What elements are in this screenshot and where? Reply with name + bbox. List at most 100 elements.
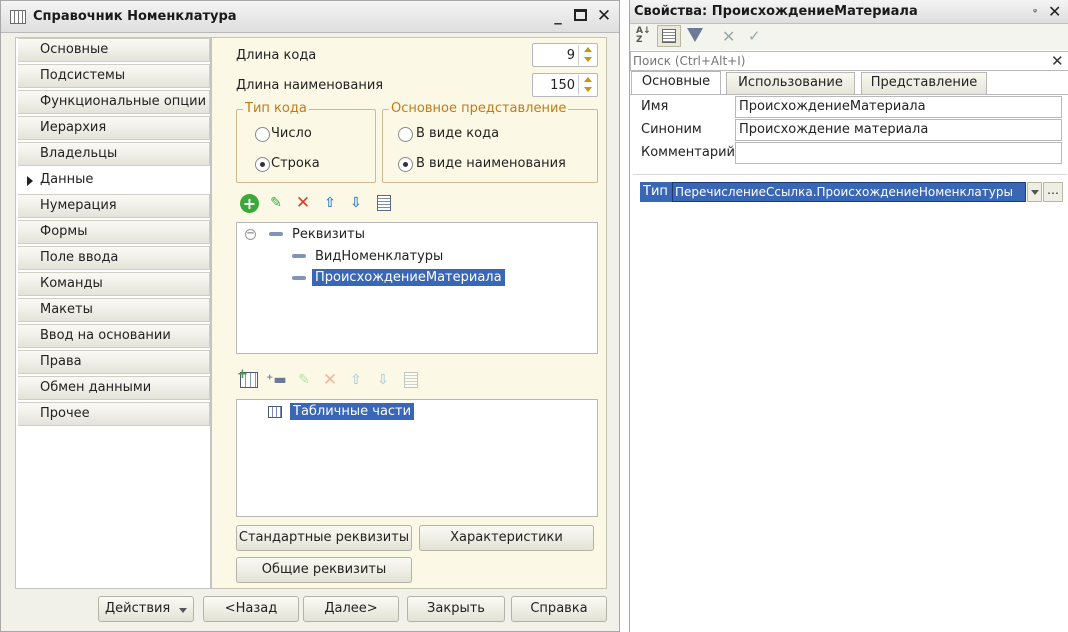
sidebar-item[interactable]: Данные	[18, 168, 210, 192]
sidebar-item[interactable]: Основные	[18, 38, 210, 62]
categories-icon[interactable]	[657, 25, 681, 47]
add-row-icon[interactable]: ⁺▬	[266, 371, 287, 389]
synonym-field[interactable]: Происхождение материала	[735, 119, 1062, 141]
pin-icon[interactable]: ᵩ	[1033, 4, 1037, 15]
attribute-item-vid[interactable]: ВидНоменклатуры	[315, 249, 443, 264]
add-table-icon[interactable]: +	[237, 367, 258, 388]
sidebar-item-label: Подсистемы	[40, 68, 126, 83]
next-button[interactable]: Далее>	[303, 596, 399, 622]
sidebar-item[interactable]: Поле ввода	[18, 246, 210, 270]
sidebar-item-label: Владельцы	[40, 146, 118, 161]
move-down-icon[interactable]: ⇩	[347, 194, 365, 212]
sidebar-item-label: Данные	[40, 172, 94, 187]
properties-titlebar[interactable]: Свойства: ПроисхождениеМатериала ᵩ ✕	[630, 0, 1068, 24]
tabular-parts-root[interactable]: Табличные части	[290, 403, 415, 420]
name-field[interactable]: ПроисхождениеМатериала	[735, 96, 1062, 118]
type-select-button[interactable]: …	[1043, 182, 1063, 202]
edit-icon[interactable]: ✎	[295, 371, 313, 389]
tab-usage[interactable]: Использование	[726, 72, 855, 94]
attributes-tree: − Реквизиты ВидНоменклатуры Происхождени…	[236, 222, 598, 354]
standard-attributes-button[interactable]: Стандартные реквизиты	[236, 525, 412, 551]
type-field[interactable]: ПеречислениеСсылка.ПроисхождениеНоменкла…	[672, 182, 1026, 202]
tab-basic[interactable]: Основные	[631, 71, 721, 94]
common-attributes-button[interactable]: Общие реквизиты	[236, 557, 412, 583]
comment-field[interactable]	[735, 142, 1062, 164]
help-button[interactable]: Справка	[511, 596, 607, 622]
cancel-icon[interactable]: ✕	[722, 27, 735, 46]
delete-icon[interactable]: ✕	[321, 371, 339, 389]
main-presentation-title: Основное представление	[389, 101, 569, 116]
presentation-name-radio[interactable]	[398, 157, 413, 172]
sort-list-icon[interactable]	[377, 195, 391, 211]
code-length-value: 9	[566, 48, 575, 63]
main-presentation-group: Основное представление В виде кода В вид…	[382, 101, 598, 183]
add-icon[interactable]: +	[240, 194, 259, 213]
sidebar-item[interactable]: Ввод на основании	[18, 324, 210, 348]
window-titlebar[interactable]: Справочник Номенклатура _ ✕	[1, 1, 619, 33]
properties-title: Свойства: ПроисхождениеМатериала	[634, 4, 918, 19]
move-down-icon[interactable]: ⇩	[374, 371, 392, 389]
code-type-string-label[interactable]: Строка	[271, 156, 320, 171]
filter-icon[interactable]	[687, 28, 703, 42]
close-icon[interactable]: ✕	[595, 7, 613, 25]
comment-label: Комментарий	[641, 145, 735, 160]
sidebar-item[interactable]: Обмен данными	[18, 376, 210, 400]
sidebar-item[interactable]: Функциональные опции	[18, 90, 210, 114]
back-button[interactable]: <Назад	[203, 596, 299, 622]
sidebar-item[interactable]: Макеты	[18, 298, 210, 322]
attribute-item-selected[interactable]: ПроисхождениеМатериала	[312, 269, 505, 286]
presentation-code-label[interactable]: В виде кода	[416, 126, 499, 141]
check-icon[interactable]: ✓	[748, 27, 761, 45]
type-value: ПеречислениеСсылка.ПроисхождениеНоменкла…	[675, 185, 1013, 199]
catalog-editor-window: Справочник Номенклатура _ ✕ Основные Подс…	[0, 0, 620, 632]
sidebar-item[interactable]: Команды	[18, 272, 210, 296]
sidebar-item-label: Права	[40, 354, 82, 369]
search-box: ✕	[630, 51, 1068, 71]
synonym-label: Синоним	[641, 122, 702, 137]
sidebar-item[interactable]: Права	[18, 350, 210, 374]
sidebar-item[interactable]: Иерархия	[18, 116, 210, 140]
name-length-value: 150	[550, 78, 575, 93]
sidebar-item-label: Прочее	[40, 406, 90, 421]
close-icon[interactable]: ✕	[1048, 2, 1061, 21]
sidebar-item[interactable]: Формы	[18, 220, 210, 244]
name-length-stepper[interactable]: 150	[532, 73, 598, 97]
attributes-root-label[interactable]: Реквизиты	[292, 227, 365, 242]
sidebar-item[interactable]: Владельцы	[18, 142, 210, 166]
name-label: Имя	[641, 99, 669, 114]
move-up-icon[interactable]: ⇧	[347, 371, 365, 389]
code-type-number-radio[interactable]	[255, 127, 270, 142]
actions-dropdown[interactable]: Действия	[98, 596, 194, 622]
move-up-icon[interactable]: ⇧	[321, 194, 339, 212]
edit-icon[interactable]: ✎	[267, 194, 285, 212]
maximize-button[interactable]	[571, 7, 589, 25]
clear-search-icon[interactable]: ✕	[1051, 52, 1064, 70]
sidebar-item-label: Функциональные опции	[40, 94, 207, 109]
sidebar-item[interactable]: Прочее	[18, 402, 210, 426]
presentation-name-label[interactable]: В виде наименования	[416, 156, 566, 171]
spin-buttons[interactable]	[578, 45, 596, 65]
catalog-icon	[10, 10, 26, 24]
code-type-number-label[interactable]: Число	[271, 126, 312, 141]
sort-alpha-icon[interactable]: A↓ Z	[636, 27, 651, 45]
code-type-string-radio[interactable]	[255, 157, 270, 172]
type-dropdown-button[interactable]	[1027, 182, 1042, 202]
sort-list-icon[interactable]	[404, 372, 418, 388]
data-section-panel: Длина кода 9 Длина наименования 150 Тип …	[211, 37, 607, 589]
sidebar-item-label: Обмен данными	[40, 380, 152, 395]
collapse-icon[interactable]: −	[245, 229, 256, 240]
sidebar-item-label: Поле ввода	[40, 250, 119, 265]
delete-icon[interactable]: ✕	[294, 194, 312, 212]
code-length-stepper[interactable]: 9	[532, 43, 598, 67]
sidebar-item[interactable]: Нумерация	[18, 194, 210, 218]
close-button[interactable]: Закрыть	[407, 596, 505, 622]
tab-presentation[interactable]: Представление	[861, 72, 987, 94]
minimize-button[interactable]: _	[549, 7, 567, 25]
search-input[interactable]	[633, 53, 1043, 69]
characteristics-button[interactable]: Характеристики	[419, 525, 594, 551]
presentation-code-radio[interactable]	[398, 127, 413, 142]
sidebar-item[interactable]: Подсистемы	[18, 64, 210, 88]
code-type-group: Тип кода Число Строка	[236, 101, 376, 183]
sidebar-item-label: Формы	[40, 224, 88, 239]
spin-buttons[interactable]	[578, 75, 596, 95]
